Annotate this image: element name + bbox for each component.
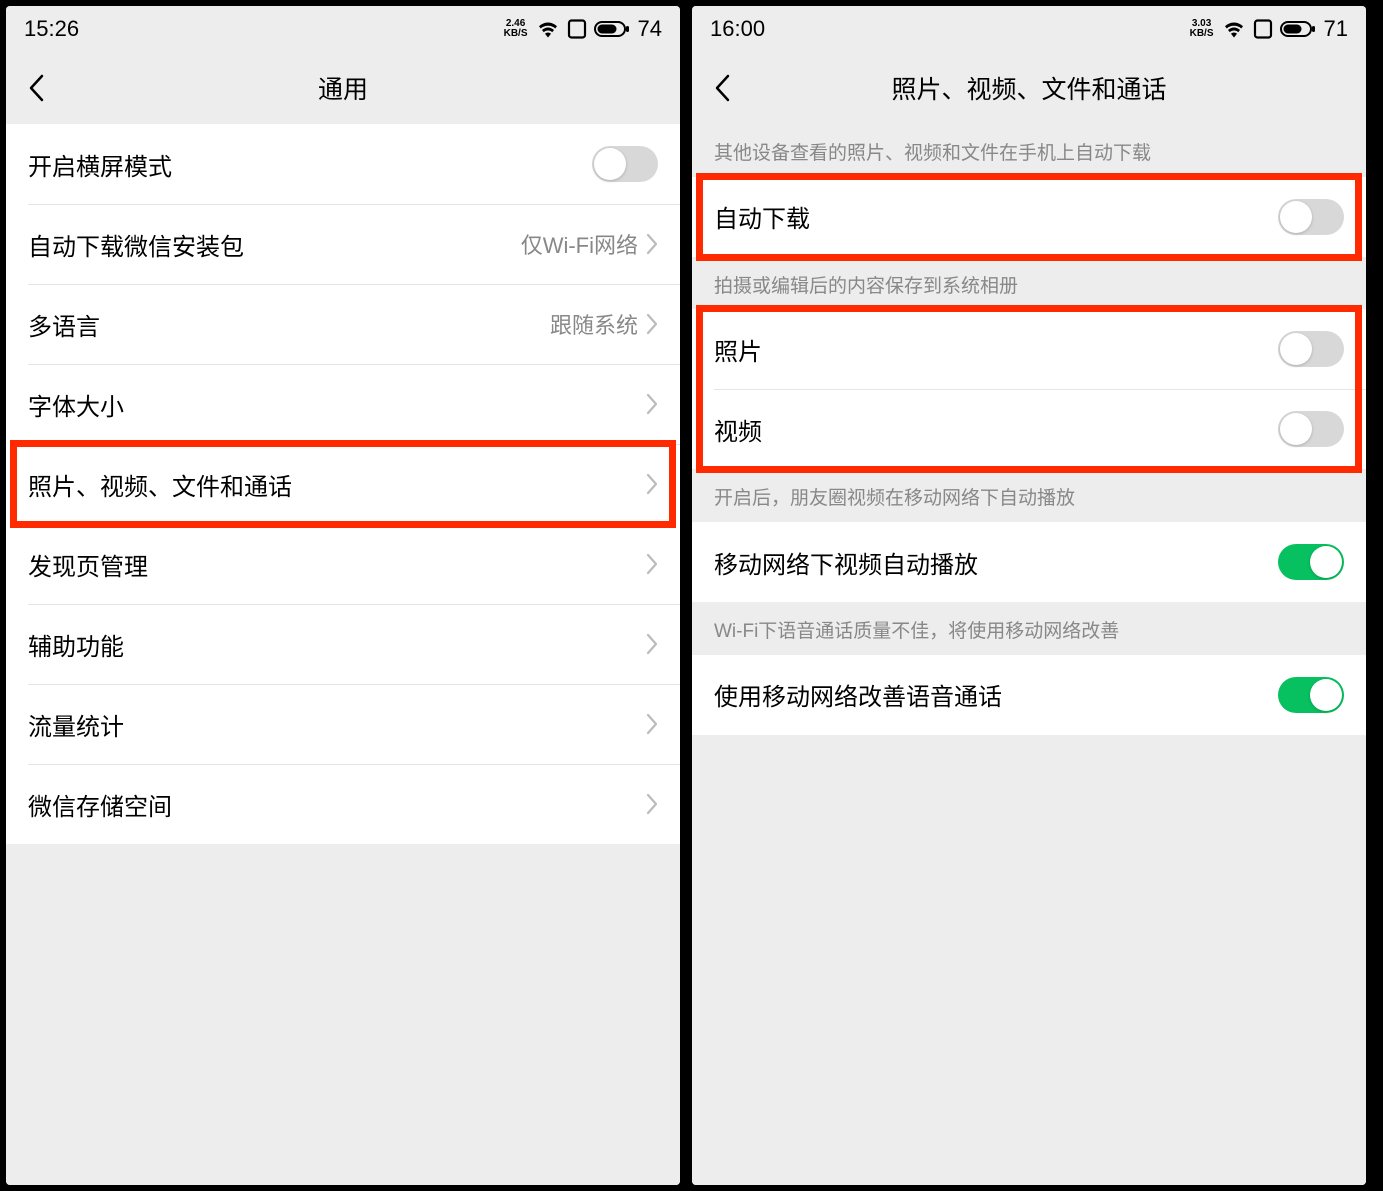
- wifi-icon: [1222, 20, 1246, 38]
- nav-bar: 通用: [6, 52, 680, 124]
- settings-list: 开启横屏模式自动下载微信安装包 仅Wi-Fi网络多语言 跟随系统字体大小照片、视频、…: [6, 124, 680, 844]
- phone-left: 15:26 2.46 KB/S 74 通用 开启横屏模式自动下载微信安装: [6, 6, 680, 1185]
- chevron-right-icon: [646, 633, 658, 655]
- row-label: 视频: [714, 412, 762, 447]
- status-time: 16:00: [710, 16, 765, 42]
- row-label: 自动下载: [714, 199, 810, 234]
- row-label: 微信存储空间: [28, 787, 172, 822]
- content: 开启横屏模式自动下载微信安装包 仅Wi-Fi网络多语言 跟随系统字体大小照片、视频、…: [6, 124, 680, 1185]
- section-header: 拍摄或编辑后的内容保存到系统相册: [692, 257, 1366, 310]
- row-label: 多语言: [28, 307, 100, 342]
- page-title: 通用: [318, 70, 368, 106]
- settings-row[interactable]: 微信存储空间: [6, 764, 680, 844]
- toggle-switch[interactable]: [1278, 544, 1344, 580]
- settings-row[interactable]: 照片: [692, 309, 1366, 389]
- settings-list: 移动网络下视频自动播放: [692, 522, 1366, 602]
- network-speed: 2.46 KB/S: [504, 19, 528, 39]
- toggle-knob: [1280, 201, 1312, 233]
- settings-row[interactable]: 发现页管理: [6, 524, 680, 604]
- settings-list: 使用移动网络改善语音通话: [692, 655, 1366, 735]
- rotation-lock-icon: [1252, 18, 1274, 40]
- chevron-right-icon: [646, 553, 658, 575]
- status-right: 2.46 KB/S 74: [504, 16, 662, 42]
- settings-row[interactable]: 开启横屏模式: [6, 124, 680, 204]
- chevron-left-icon: [713, 73, 731, 103]
- row-label: 字体大小: [28, 387, 124, 422]
- page-title: 照片、视频、文件和通话: [891, 70, 1166, 106]
- chevron-left-icon: [27, 73, 45, 103]
- phone-right: 16:00 3.03 KB/S 71 照片、视频、文件和通话 其他设备查看的照片…: [692, 6, 1366, 1185]
- battery-icon: [594, 20, 630, 38]
- settings-row[interactable]: 视频: [692, 389, 1366, 469]
- settings-row[interactable]: 字体大小: [6, 364, 680, 444]
- row-label: 流量统计: [28, 707, 124, 742]
- battery-text: 74: [638, 16, 662, 42]
- nav-bar: 照片、视频、文件和通话: [692, 52, 1366, 124]
- row-label: 使用移动网络改善语音通话: [714, 677, 1002, 712]
- row-label: 照片、视频、文件和通话: [28, 467, 292, 502]
- section-header: 开启后，朋友圈视频在移动网络下自动播放: [692, 469, 1366, 522]
- content: 其他设备查看的照片、视频和文件在手机上自动下载自动下载拍摄或编辑后的内容保存到系…: [692, 124, 1366, 1185]
- battery-text: 71: [1324, 16, 1348, 42]
- toggle-knob: [1310, 679, 1342, 711]
- settings-row[interactable]: 多语言 跟随系统: [6, 284, 680, 364]
- status-right: 3.03 KB/S 71: [1190, 16, 1348, 42]
- toggle-knob: [1280, 333, 1312, 365]
- section-header: Wi-Fi下语音通话质量不佳，将使用移动网络改善: [692, 602, 1366, 655]
- toggle-switch[interactable]: [1278, 199, 1344, 235]
- settings-list: 自动下载: [692, 177, 1366, 257]
- chevron-right-icon: [646, 793, 658, 815]
- settings-row[interactable]: 流量统计: [6, 684, 680, 764]
- toggle-switch[interactable]: [1278, 331, 1344, 367]
- status-bar: 15:26 2.46 KB/S 74: [6, 6, 680, 52]
- settings-row[interactable]: 自动下载: [692, 177, 1366, 257]
- network-speed: 3.03 KB/S: [1190, 19, 1214, 39]
- row-label: 照片: [714, 332, 762, 367]
- settings-row[interactable]: 照片、视频、文件和通话: [6, 444, 680, 524]
- row-label: 开启横屏模式: [28, 147, 172, 182]
- battery-icon: [1280, 20, 1316, 38]
- chevron-right-icon: [646, 473, 658, 495]
- settings-list: 照片视频: [692, 309, 1366, 469]
- row-label: 辅助功能: [28, 627, 124, 662]
- toggle-switch[interactable]: [1278, 677, 1344, 713]
- settings-row[interactable]: 自动下载微信安装包 仅Wi-Fi网络: [6, 204, 680, 284]
- toggle-knob: [1280, 413, 1312, 445]
- back-button[interactable]: [6, 52, 66, 124]
- toggle-knob: [1310, 546, 1342, 578]
- status-time: 15:26: [24, 16, 79, 42]
- toggle-switch[interactable]: [592, 146, 658, 182]
- chevron-right-icon: [646, 313, 658, 335]
- settings-row[interactable]: 使用移动网络改善语音通话: [692, 655, 1366, 735]
- toggle-knob: [594, 148, 626, 180]
- back-button[interactable]: [692, 52, 752, 124]
- section-header: 其他设备查看的照片、视频和文件在手机上自动下载: [692, 124, 1366, 177]
- chevron-right-icon: [646, 393, 658, 415]
- chevron-right-icon: [646, 713, 658, 735]
- row-label: 自动下载微信安装包: [28, 227, 244, 262]
- toggle-switch[interactable]: [1278, 411, 1344, 447]
- settings-row[interactable]: 辅助功能: [6, 604, 680, 684]
- row-value: 仅Wi-Fi网络: [521, 228, 638, 260]
- wifi-icon: [536, 20, 560, 38]
- rotation-lock-icon: [566, 18, 588, 40]
- row-label: 发现页管理: [28, 547, 148, 582]
- row-label: 移动网络下视频自动播放: [714, 545, 978, 580]
- chevron-right-icon: [646, 233, 658, 255]
- status-bar: 16:00 3.03 KB/S 71: [692, 6, 1366, 52]
- settings-row[interactable]: 移动网络下视频自动播放: [692, 522, 1366, 602]
- row-value: 跟随系统: [550, 308, 638, 340]
